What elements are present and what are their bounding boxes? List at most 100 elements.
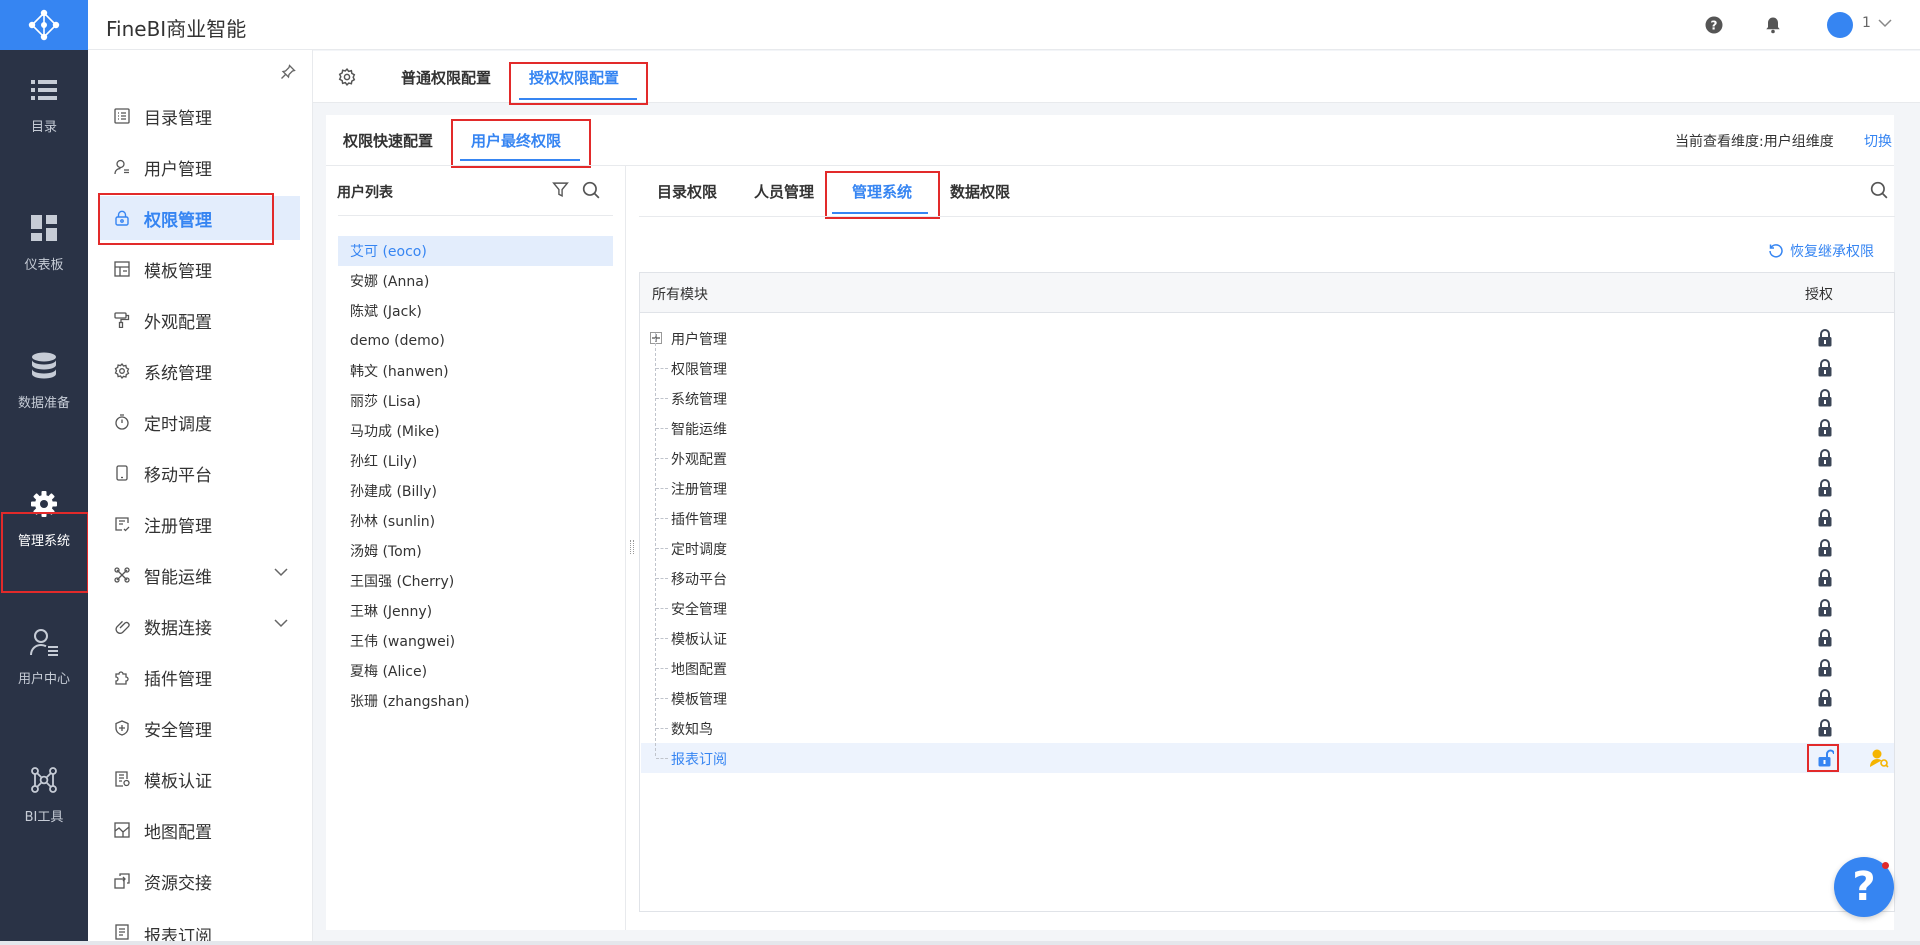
nav-item-user-center[interactable]: 用户中心 (0, 612, 88, 702)
menu-item-catalog[interactable]: 目录管理 (100, 94, 300, 138)
menu-item-plugins[interactable]: 插件管理 (100, 655, 300, 699)
list-item[interactable]: 孙红 (Lily) (338, 446, 613, 476)
menu-item-subscribe[interactable]: 报表订阅 (100, 910, 300, 945)
status-strip (0, 941, 1920, 945)
table-row[interactable]: 智能运维 (641, 413, 1894, 443)
list-item[interactable]: demo (demo) (338, 326, 613, 356)
lock-icon[interactable] (1818, 389, 1832, 407)
tab-personnel[interactable]: 人员管理 (754, 181, 814, 202)
menu-item-users[interactable]: 用户管理 (100, 145, 300, 189)
list-item[interactable]: 陈斌 (Jack) (338, 296, 613, 326)
menu-item-system[interactable]: 系统管理 (100, 349, 300, 393)
menu-item-register[interactable]: 注册管理 (100, 502, 300, 546)
lock-icon[interactable] (1818, 599, 1832, 617)
lock-icon[interactable] (1818, 479, 1832, 497)
user-name[interactable]: 1 (1862, 15, 1871, 31)
switch-link[interactable]: 切换 (1864, 131, 1892, 151)
nav-item-dashboard[interactable]: 仪表板 (0, 198, 88, 288)
list-item[interactable]: 韩文 (hanwen) (338, 356, 613, 386)
table-row[interactable]: 注册管理 (641, 473, 1894, 503)
avatar[interactable] (1827, 12, 1853, 38)
list-item[interactable]: 汤姆 (Tom) (338, 536, 613, 566)
table-row[interactable]: 报表订阅 (641, 743, 1894, 773)
lock-icon[interactable] (1818, 719, 1832, 737)
table-row[interactable]: 模板管理 (641, 683, 1894, 713)
list-item[interactable]: 马功成 (Mike) (338, 416, 613, 446)
list-item[interactable]: 安娜 (Anna) (338, 266, 613, 296)
lock-icon[interactable] (1818, 509, 1832, 527)
nav-item-admin[interactable]: 管理系统 (0, 474, 88, 564)
unlock-icon[interactable] (1818, 749, 1834, 767)
lock-icon[interactable] (1818, 359, 1832, 377)
table-row[interactable]: 安全管理 (641, 593, 1894, 623)
table-row[interactable]: 系统管理 (641, 383, 1894, 413)
table-row[interactable]: 用户管理 (641, 323, 1894, 353)
table-row[interactable]: 权限管理 (641, 353, 1894, 383)
gear-icon (30, 490, 58, 518)
table-row[interactable]: 数知鸟 (641, 713, 1894, 743)
menu-item-map[interactable]: 地图配置 (100, 808, 300, 852)
bell-icon[interactable] (1762, 14, 1784, 36)
list-item[interactable]: 丽莎 (Lisa) (338, 386, 613, 416)
nav-item-catalog[interactable]: 目录 (0, 60, 88, 150)
restore-inherit-button[interactable]: 恢复继承权限 (1768, 241, 1874, 261)
menu-item-schedule[interactable]: 定时调度 (100, 400, 300, 444)
tab-grant-permission[interactable]: 授权权限配置 (529, 67, 619, 88)
menu-item-templates[interactable]: 模板管理 (100, 247, 300, 291)
menu-item-ops[interactable]: 智能运维 (100, 553, 300, 597)
list-item[interactable]: 张珊 (zhangshan) (338, 686, 613, 716)
lock-icon[interactable] (1818, 629, 1832, 647)
lock-icon[interactable] (1818, 419, 1832, 437)
settings-icon[interactable] (338, 68, 356, 86)
lock-icon[interactable] (1818, 689, 1832, 707)
nav-item-bi-tools[interactable]: BI工具 (0, 750, 88, 840)
tab-final-permission[interactable]: 用户最终权限 (471, 130, 561, 151)
table-row[interactable]: 移动平台 (641, 563, 1894, 593)
expand-icon[interactable] (650, 332, 662, 344)
list-item[interactable]: 孙建成 (Billy) (338, 476, 613, 506)
list-item[interactable]: 艾可 (eoco) (338, 236, 613, 266)
search-icon[interactable] (582, 181, 600, 199)
table-row[interactable]: 地图配置 (641, 653, 1894, 683)
link-icon (112, 616, 132, 636)
lock-icon[interactable] (1818, 569, 1832, 587)
list-item[interactable]: 王琳 (Jenny) (338, 596, 613, 626)
app-logo[interactable] (0, 0, 88, 50)
list-item[interactable]: 王伟 (wangwei) (338, 626, 613, 656)
list-item[interactable]: 夏梅 (Alice) (338, 656, 613, 686)
nav-item-data-prep[interactable]: 数据准备 (0, 336, 88, 426)
list-item[interactable]: 王国强 (Cherry) (338, 566, 613, 596)
table-row[interactable]: 外观配置 (641, 443, 1894, 473)
list-icon (30, 76, 58, 104)
tab-underline (460, 159, 580, 161)
table-row[interactable]: 插件管理 (641, 503, 1894, 533)
pin-icon[interactable] (280, 64, 296, 80)
help-circle-icon[interactable]: ? (1703, 14, 1725, 36)
lock-icon[interactable] (1818, 659, 1832, 677)
menu-item-permissions[interactable]: 权限管理 (100, 196, 300, 240)
tab-admin-system[interactable]: 管理系统 (852, 181, 912, 202)
refresh-icon (1769, 244, 1783, 258)
list-item[interactable]: 孙林 (sunlin) (338, 506, 613, 536)
resize-handle[interactable] (630, 540, 634, 554)
chevron-down-icon[interactable] (1878, 18, 1892, 28)
lock-icon[interactable] (1818, 449, 1832, 467)
menu-item-mobile[interactable]: 移动平台 (100, 451, 300, 495)
tab-data-permission[interactable]: 数据权限 (950, 181, 1010, 202)
tab-catalog-permission[interactable]: 目录权限 (657, 181, 717, 202)
filter-icon[interactable] (552, 181, 569, 198)
lock-icon[interactable] (1818, 329, 1832, 347)
lock-icon[interactable] (1818, 539, 1832, 557)
tree-connector (656, 638, 668, 639)
menu-item-handover[interactable]: 资源交接 (100, 859, 300, 903)
table-row[interactable]: 定时调度 (641, 533, 1894, 563)
tab-quick-config[interactable]: 权限快速配置 (343, 130, 433, 151)
menu-item-appearance[interactable]: 外观配置 (100, 298, 300, 342)
menu-item-certify[interactable]: 模板认证 (100, 757, 300, 801)
menu-item-security[interactable]: 安全管理 (100, 706, 300, 750)
menu-item-data-connect[interactable]: 数据连接 (100, 604, 300, 648)
search-icon[interactable] (1870, 181, 1888, 199)
table-row[interactable]: 模板认证 (641, 623, 1894, 653)
tab-normal-permission[interactable]: 普通权限配置 (401, 67, 491, 88)
user-key-icon[interactable] (1869, 748, 1889, 768)
